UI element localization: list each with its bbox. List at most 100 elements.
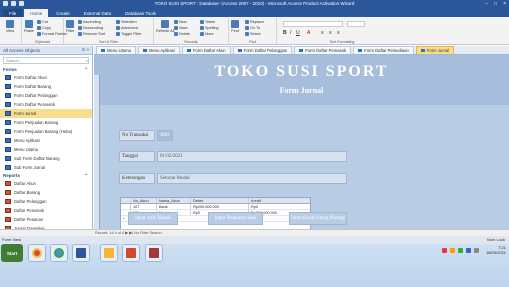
close-icon[interactable]: × — [503, 0, 506, 8]
align-left-button[interactable]: ≡ — [321, 30, 324, 36]
cut-button[interactable]: Cut — [37, 20, 48, 24]
font-color-button[interactable]: A — [307, 30, 310, 36]
selection-button[interactable]: Selection — [116, 20, 137, 24]
nav-form-item[interactable]: Form Jurnal — [0, 109, 92, 118]
nav-form-item[interactable]: Form Penjualan Barang (Heba) — [0, 127, 92, 136]
new-record-button[interactable]: New — [174, 20, 187, 24]
nav-form-item[interactable]: Form Daftar Pelanggan — [0, 91, 92, 100]
taskbar-clock[interactable]: 7:21 16/03/2021 — [486, 245, 506, 255]
select-button[interactable]: Select — [245, 32, 261, 36]
nav-pane-header[interactable]: All Access Objects ⊙ « — [0, 46, 92, 55]
tab-external-data[interactable]: External Data — [78, 9, 117, 17]
more-button[interactable]: More — [200, 32, 214, 36]
redo-icon[interactable] — [19, 1, 24, 6]
copy-button[interactable]: Copy — [37, 26, 51, 30]
save-record-button[interactable]: Save — [174, 26, 188, 30]
spelling-button[interactable]: Spelling — [200, 26, 219, 30]
explorer-taskbar-icon[interactable] — [100, 244, 118, 262]
underline-button[interactable]: U — [296, 30, 300, 36]
nav-form-item[interactable]: Menu Utama — [0, 145, 92, 154]
tray-icon[interactable] — [458, 248, 463, 253]
maximize-icon[interactable]: □ — [494, 0, 497, 8]
tab-create[interactable]: Create — [50, 9, 76, 17]
keterangan-field[interactable]: Setoran Modal — [157, 173, 347, 184]
align-right-button[interactable]: ≡ — [337, 30, 340, 36]
bold-button[interactable]: B — [283, 30, 287, 36]
input-bayar-utang-piutang-button[interactable]: Input/Bayar Utang Piutang — [289, 212, 347, 225]
column-header[interactable]: Kredit — [249, 198, 310, 203]
doc-tab[interactable]: Form Jurnal — [415, 46, 455, 54]
system-tray[interactable] — [442, 248, 479, 253]
delete-record-button[interactable]: Delete — [174, 32, 190, 36]
advanced-button[interactable]: Advanced — [116, 26, 138, 30]
totals-button[interactable]: Totals — [200, 20, 215, 24]
table-cell[interactable]: 107 — [131, 204, 157, 209]
tray-icon[interactable] — [450, 248, 455, 253]
tray-icon[interactable] — [466, 248, 471, 253]
minimize-icon[interactable]: – — [485, 0, 488, 8]
word-taskbar-icon[interactable] — [72, 244, 90, 262]
start-button[interactable]: Start — [1, 244, 23, 262]
align-center-button[interactable]: ≡ — [329, 30, 332, 36]
ascending-button[interactable]: Ascending — [78, 20, 101, 24]
format-painter-button[interactable]: Format Painter — [37, 32, 67, 36]
filter-button[interactable]: Filter — [66, 20, 74, 33]
input-penjualan-stok-button[interactable]: Input Penjualan Stok — [208, 212, 263, 225]
table-cell[interactable]: Rp0 — [249, 204, 310, 209]
replace-button[interactable]: Replace — [245, 20, 264, 24]
nav-report-item[interactable]: Daftar Barang — [0, 188, 92, 197]
doc-tab[interactable]: Form Daftar Pelanggan — [232, 46, 293, 54]
nav-search-input[interactable]: Search... ⌕ — [3, 57, 89, 64]
doc-tab[interactable]: Form Daftar Persediaan — [353, 46, 414, 54]
nav-report-item[interactable]: Daftar Pemasok — [0, 206, 92, 215]
nav-report-item[interactable]: Daftar Pelanggan — [0, 197, 92, 206]
tray-icon[interactable] — [442, 248, 447, 253]
nav-form-item[interactable]: Form Daftar Akun — [0, 73, 92, 82]
nav-report-item[interactable]: Daftar Akun — [0, 179, 92, 188]
remove-sort-button[interactable]: Remove Sort — [78, 32, 105, 36]
find-button[interactable]: Find — [231, 20, 239, 33]
doc-tab[interactable]: Form Daftar Pemasok — [294, 46, 352, 54]
nav-form-item[interactable]: Sub Form Daftar Barang — [0, 154, 92, 163]
chrome-taskbar-icon[interactable] — [50, 244, 68, 262]
tab-home[interactable]: Home — [24, 9, 49, 17]
chrome-taskbar-icon[interactable] — [28, 244, 46, 262]
goto-button[interactable]: Go To — [245, 26, 260, 30]
column-header[interactable]: No_Akun — [131, 198, 157, 203]
doc-tab[interactable]: Form Daftar Akun — [181, 46, 231, 54]
refresh-all-button[interactable]: Refresh All — [156, 20, 174, 33]
table-cell[interactable]: Bank — [157, 204, 191, 209]
undo-icon[interactable] — [11, 1, 16, 6]
chevron-down-icon[interactable]: ⊙ « — [81, 47, 89, 53]
nav-form-item[interactable]: Menu Aplikasi — [0, 136, 92, 145]
descending-button[interactable]: Descending — [78, 26, 103, 30]
save-icon[interactable] — [3, 1, 8, 6]
column-header[interactable]: Nama_Akun — [157, 198, 191, 203]
italic-button[interactable]: I — [290, 30, 291, 36]
no-transaksi-field[interactable]: J003 — [157, 130, 173, 141]
input-stok-masuk-button[interactable]: Input Stok Masuk — [128, 212, 178, 225]
toggle-filter-button[interactable]: Toggle Filter — [116, 32, 142, 36]
nav-form-item[interactable]: Form Penjualan Barang — [0, 118, 92, 127]
nav-section-forms[interactable]: Forms ⌃ — [0, 66, 92, 73]
nav-section-reports[interactable]: Reports ⌃ — [0, 172, 92, 179]
tab-file[interactable]: File — [3, 9, 23, 17]
nav-form-item[interactable]: Form Daftar Barang — [0, 82, 92, 91]
nav-report-item[interactable]: Daftar Pesanan — [0, 215, 92, 224]
access-taskbar-icon[interactable] — [145, 244, 163, 262]
font-name-select[interactable] — [283, 21, 343, 27]
tanggal-field[interactable]: 01/02/2021 — [157, 151, 347, 162]
doc-tab[interactable]: Menu Aplikasi — [137, 46, 180, 54]
tab-database-tools[interactable]: Database Tools — [119, 9, 162, 17]
doc-tab[interactable]: Menu Utama — [96, 46, 136, 54]
nav-form-item[interactable]: Sub Form Jurnal — [0, 163, 92, 172]
quick-access-toolbar[interactable] — [3, 1, 24, 6]
column-header[interactable]: Debet — [191, 198, 249, 203]
record-navigation-bar[interactable]: Record: 14 4 of 4 ▶ ▶| No Filter Search — [0, 229, 509, 236]
volume-icon[interactable] — [474, 248, 479, 253]
font-size-select[interactable] — [347, 21, 365, 27]
table-cell[interactable]: Rp200.000.000 — [191, 204, 249, 209]
view-button[interactable]: View — [6, 20, 14, 33]
nav-form-item[interactable]: Form Daftar Pemasok — [0, 100, 92, 109]
paste-button[interactable]: Paste — [24, 20, 34, 33]
